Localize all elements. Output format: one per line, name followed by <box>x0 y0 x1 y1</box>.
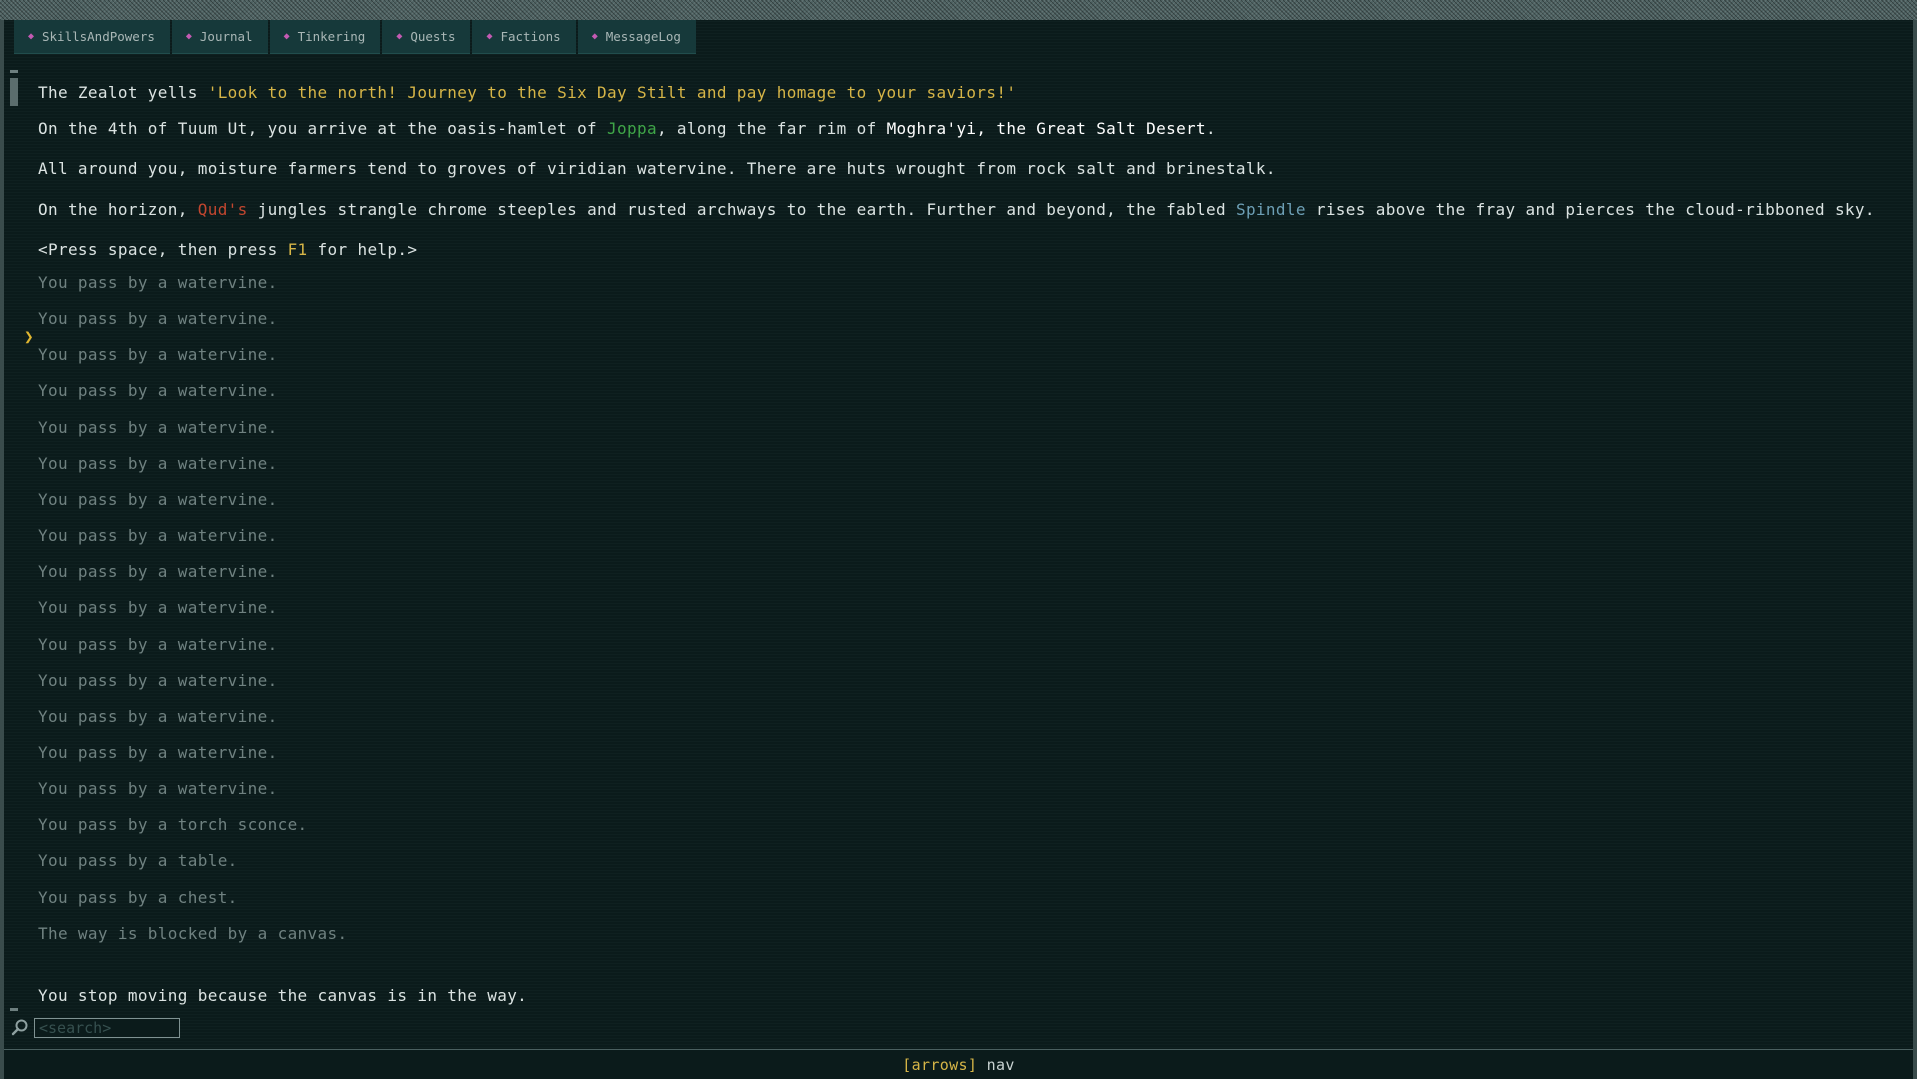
list-item[interactable]: You pass by a watervine. <box>38 706 278 728</box>
tab-quests[interactable]: ◆ Quests <box>382 20 471 54</box>
tab-bar: ◆ SkillsAndPowers ◆ Journal ◆ Tinkering ◆ Qu… <box>14 20 696 54</box>
nav-key-hint: [arrows] <box>902 1056 978 1074</box>
joppa-place: Joppa <box>607 119 657 138</box>
quds-place: Qud's <box>197 200 248 219</box>
list-item[interactable]: You pass by a watervine. <box>38 525 278 547</box>
scrollbar-bottom-cap[interactable] <box>10 1008 18 1011</box>
gem-icon: ◆ <box>486 31 493 42</box>
horizon-text: rises above the fray and pierces the clo… <box>1305 200 1875 219</box>
arrival-text: . <box>1206 119 1216 138</box>
tab-label: Journal <box>199 29 253 44</box>
surroundings-message: All around you, moisture farmers tend to… <box>38 159 1276 178</box>
list-item[interactable]: You pass by a watervine. <box>38 344 278 366</box>
message-log-panel: ◆ SkillsAndPowers ◆ Journal ◆ Tinkering ◆ Qu… <box>4 20 1913 1075</box>
horizon-text: On the horizon, <box>38 200 198 219</box>
tab-journal[interactable]: ◆ Journal <box>171 20 268 54</box>
window-right-border <box>1913 20 1917 1079</box>
status-bar: [arrows] nav <box>4 1049 1913 1079</box>
arrival-message: On the 4th of Tuum Ut, you arrive at the… <box>38 118 1216 140</box>
gem-icon: ◆ <box>283 31 290 42</box>
moghrayi-place: Moghra'yi, the Great Salt Desert <box>886 119 1207 138</box>
horizon-text: jungles strangle chrome steeples and rus… <box>247 200 1236 219</box>
list-item[interactable]: You pass by a watervine. <box>38 634 278 656</box>
search-bar <box>10 1016 180 1040</box>
list-item[interactable]: You pass by a watervine. <box>38 778 278 800</box>
list-item[interactable]: You pass by a watervine. <box>38 670 278 692</box>
list-item[interactable]: The way is blocked by a canvas. <box>38 923 347 945</box>
tab-label: SkillsAndPowers <box>42 29 155 44</box>
scrollbar-top-cap[interactable] <box>10 70 18 73</box>
list-item[interactable]: You pass by a watervine. <box>38 453 278 475</box>
spindle-place: Spindle <box>1235 200 1306 219</box>
tab-tinkering[interactable]: ◆ Tinkering <box>269 20 381 54</box>
gem-icon: ◆ <box>396 31 403 42</box>
horizon-message: On the horizon, Qud's jungles strangle c… <box>38 199 1875 221</box>
list-item[interactable]: You pass by a watervine. <box>38 489 278 511</box>
list-item[interactable]: You pass by a watervine. <box>38 742 278 764</box>
gem-icon: ◆ <box>591 31 598 42</box>
magnifier-icon-svg <box>11 1019 28 1036</box>
tab-label: Quests <box>410 29 456 44</box>
tab-message-log[interactable]: ◆ MessageLog <box>577 20 696 54</box>
list-item[interactable]: You pass by a torch sconce. <box>38 814 308 836</box>
zealot-speaker: The Zealot yells <box>38 83 208 102</box>
zealot-quote: 'Look to the north! Journey to the Six D… <box>207 83 1017 102</box>
tab-factions[interactable]: ◆ Factions <box>472 20 576 54</box>
stop-message: You stop moving because the canvas is in… <box>38 986 528 1005</box>
window-top-border <box>0 0 1917 20</box>
list-item[interactable]: You pass by a watervine. <box>38 272 278 294</box>
arrival-text: On the 4th of Tuum Ut, you arrive at the… <box>38 119 608 138</box>
list-item[interactable]: You pass by a watervine. <box>38 417 278 439</box>
list-item[interactable]: You pass by a watervine. <box>38 561 278 583</box>
list-item[interactable]: You pass by a watervine. <box>38 308 278 330</box>
help-text: <Press space, then press <box>38 240 288 259</box>
tab-skills-and-powers[interactable]: ◆ SkillsAndPowers <box>14 20 170 54</box>
help-message: <Press space, then press F1 for help.> <box>38 239 417 261</box>
nav-action-label: nav <box>986 1056 1015 1074</box>
list-item[interactable]: You pass by a watervine. <box>38 380 278 402</box>
list-item[interactable]: You pass by a table. <box>38 850 238 872</box>
tab-label: Factions <box>500 29 561 44</box>
gem-icon: ◆ <box>28 31 35 42</box>
help-key: F1 <box>287 240 308 259</box>
tab-label: MessageLog <box>605 29 681 44</box>
gem-icon: ◆ <box>185 31 192 42</box>
arrival-text: , along the far rim of <box>656 119 887 138</box>
magnifier-icon <box>10 1018 30 1038</box>
chevron-right-icon: ❯ <box>24 327 34 346</box>
zealot-message: The Zealot yells 'Look to the north! Jou… <box>38 82 1016 104</box>
search-input[interactable] <box>34 1018 180 1038</box>
tab-label: Tinkering <box>297 29 366 44</box>
scrollbar-thumb[interactable] <box>10 78 18 106</box>
list-item[interactable]: You pass by a watervine. <box>38 597 278 619</box>
list-item[interactable]: You pass by a chest. <box>38 887 238 909</box>
help-text: for help.> <box>307 240 418 259</box>
